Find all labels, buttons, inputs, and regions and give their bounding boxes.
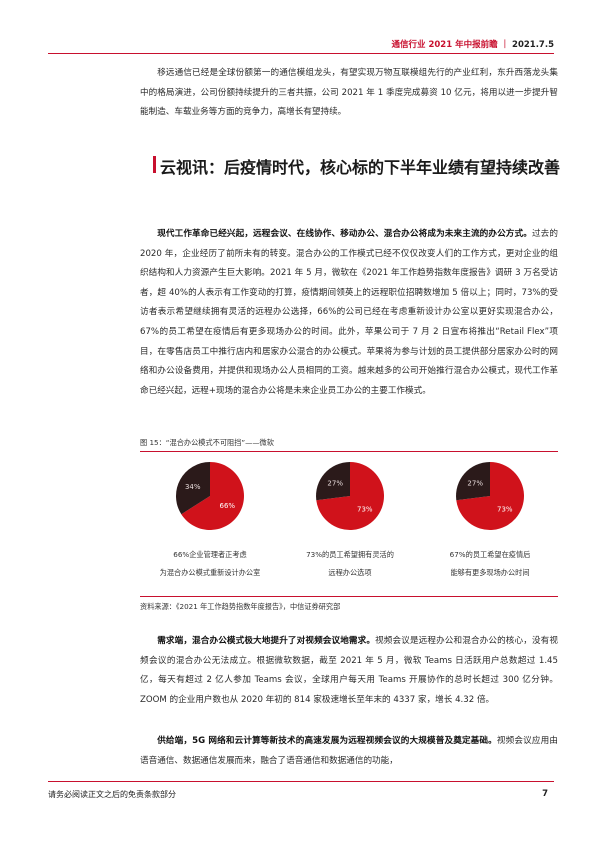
paragraph-remote-work-lead: 现代工作革命已经兴起，远程会议、在线协作、移动办公、混合办公将成为未来主流的办公… xyxy=(157,229,532,239)
pie-1-slice-1-label: 66% xyxy=(219,502,235,510)
footer-disclaimer: 请务必阅读正文之后的免责条款部分 xyxy=(48,790,176,799)
pie-chart-1-svg: 66% 34% xyxy=(175,462,244,530)
header-date: 2021.7.5 xyxy=(512,40,554,50)
page-header: 通信行业 2021 年中报前瞻 ｜ 2021.7.5 xyxy=(0,38,596,50)
paragraph-supply-lead: 供给端，5G 网络和云计算等新技术的高速发展为远程视频会议的大规模普及奠定基础。 xyxy=(157,736,497,746)
pie-chart-3: 73% 27% 67%的员工希望在疫情后 能够有更多现场办公时间 xyxy=(420,456,560,582)
pie-1-slice-2-label: 34% xyxy=(185,483,201,491)
footer-divider xyxy=(48,781,554,782)
header-separator: ｜ xyxy=(500,40,510,50)
header-title: 通信行业 2021 年中报前瞻 xyxy=(391,40,498,50)
figure-source: 资料来源：《2021 年工作趋势指数年度报告》，中信证券研究部 xyxy=(140,602,341,611)
pie-chart-2: 73% 27% 73%的员工希望拥有灵活的 远程办公选项 xyxy=(280,456,420,582)
pie-chart-2-svg: 73% 27% xyxy=(316,462,385,530)
paragraph-remote-work: 现代工作革命已经兴起，远程会议、在线协作、移动办公、混合办公将成为未来主流的办公… xyxy=(140,225,558,401)
figure-top-rule xyxy=(140,451,558,452)
pie-3-slice-1-label: 73% xyxy=(497,506,513,514)
section-marker xyxy=(153,156,156,173)
paragraph-demand-body: 视频会议是远程办公和混合办公的核心，没有视频会议的混合办公无法成立。根据微软数据… xyxy=(140,636,558,705)
pie-chart-3-caption: 67%的员工希望在疫情后 能够有更多现场办公时间 xyxy=(420,546,560,582)
pie-chart-1-caption: 66%企业管理者正考虑 为混合办公模式重新设计办公室 xyxy=(140,546,280,582)
figure-caption: 图 15：“混合办公模式不可阻挡”——微软 xyxy=(140,438,274,447)
paragraph-demand: 需求端，混合办公模式极大地提升了对视频会议地需求。视频会议是远程办公和混合办公的… xyxy=(140,632,558,710)
pie-2-slice-2-label: 27% xyxy=(327,479,343,487)
header-divider xyxy=(48,53,554,54)
page-number: 7 xyxy=(542,789,548,799)
section-title: 云视讯：后疫情时代，核心标的下半年业绩有望持续改善 xyxy=(160,158,561,177)
pie-chart-3-caption-line-1: 67%的员工希望在疫情后 xyxy=(449,550,531,559)
paragraph-supply: 供给端，5G 网络和云计算等新技术的高速发展为远程视频会议的大规模普及奠定基础。… xyxy=(140,732,558,771)
pie-chart-1-caption-line-2: 为混合办公模式重新设计办公室 xyxy=(159,568,261,577)
pie-chart-1-caption-line-1: 66%企业管理者正考虑 xyxy=(173,550,247,559)
pie-chart-2-caption-line-1: 73%的员工希望拥有灵活的 xyxy=(306,550,394,559)
paragraph-remote-work-body: 过去的 2020 年，企业经历了前所未有的转变。混合办公的工作模式已经不仅仅改变… xyxy=(140,229,558,396)
pie-chart-3-caption-line-2: 能够有更多现场办公时间 xyxy=(450,568,530,577)
pie-3-slice-2-label: 27% xyxy=(467,479,483,487)
pie-chart-3-svg: 73% 27% xyxy=(456,462,525,530)
figure-bottom-rule xyxy=(140,596,558,597)
pie-chart-2-caption-line-2: 远程办公选项 xyxy=(328,568,372,577)
paragraph-demand-lead: 需求端，混合办公模式极大地提升了对视频会议地需求。 xyxy=(157,636,376,646)
intro-paragraph: 移远通信已经是全球份额第一的通信模组龙头，有望实现万物互联模组先行的产业红利，东… xyxy=(140,68,558,118)
pie-2-slice-1-label: 73% xyxy=(357,506,373,514)
pie-chart-2-caption: 73%的员工希望拥有灵活的 远程办公选项 xyxy=(280,546,420,582)
pie-chart-1: 66% 34% 66%企业管理者正考虑 为混合办公模式重新设计办公室 xyxy=(140,456,280,582)
